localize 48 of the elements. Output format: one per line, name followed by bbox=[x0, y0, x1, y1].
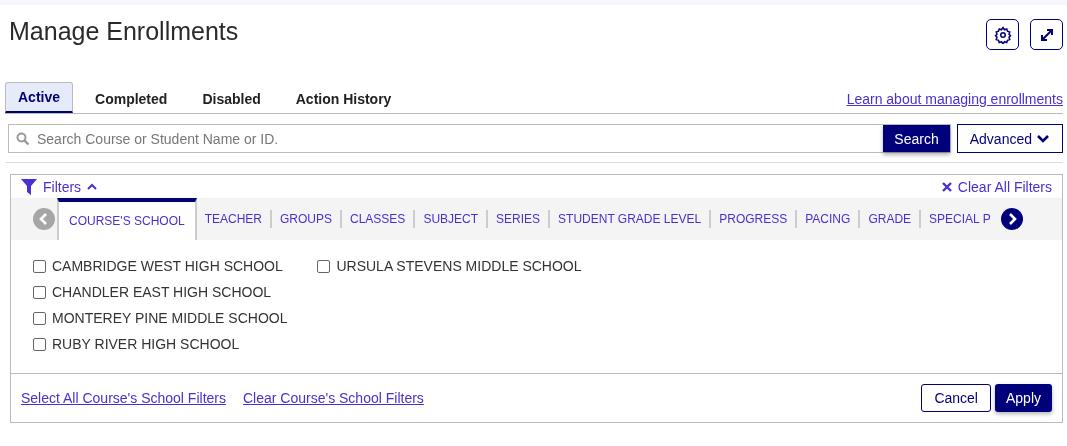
tab[interactable]: Disabled bbox=[189, 84, 274, 113]
checkbox[interactable] bbox=[317, 259, 331, 273]
checkbox-label[interactable]: CHANDLER EAST HIGH SCHOOL bbox=[52, 284, 272, 300]
checkbox-label[interactable]: RUBY RIVER HIGH SCHOOL bbox=[52, 336, 240, 352]
expand-button[interactable] bbox=[1030, 19, 1063, 50]
checkbox[interactable] bbox=[33, 285, 46, 299]
filter-tab[interactable]: SERIES bbox=[486, 210, 549, 228]
select-all-link[interactable]: Select All Course's School Filters bbox=[21, 390, 226, 406]
cancel-button[interactable]: Cancel bbox=[921, 384, 991, 412]
help-link[interactable]: Learn about managing enrollments bbox=[846, 91, 1063, 113]
filter-tab[interactable]: CLASSES bbox=[340, 210, 414, 228]
advanced-button[interactable]: Advanced bbox=[956, 124, 1063, 153]
filter-tab[interactable]: COURSE'S SCHOOL bbox=[57, 198, 197, 240]
tab[interactable]: Action History bbox=[282, 84, 405, 113]
filter-tab[interactable]: SPECIAL P bbox=[919, 210, 999, 228]
checkbox-label[interactable]: MONTEREY PINE MIDDLE SCHOOL bbox=[52, 310, 288, 326]
apply-button[interactable]: Apply bbox=[994, 384, 1052, 412]
filter-tab[interactable]: PROGRESS bbox=[709, 210, 796, 228]
checkbox[interactable] bbox=[33, 259, 46, 273]
settings-button[interactable] bbox=[986, 19, 1019, 50]
filter-tab[interactable]: PACING bbox=[795, 210, 859, 228]
clear-filters-link[interactable]: Clear Course's School Filters bbox=[243, 390, 424, 406]
chevron-icon bbox=[87, 183, 98, 191]
page-title: Manage Enrollments bbox=[9, 17, 239, 46]
expand-icon bbox=[1038, 26, 1055, 43]
scroll-right-button[interactable] bbox=[1000, 208, 1023, 230]
filter-tab[interactable]: GROUPS bbox=[270, 210, 340, 228]
settings-icon bbox=[993, 25, 1012, 44]
filter-tab[interactable]: TEACHER bbox=[196, 210, 270, 228]
checkbox-label[interactable]: CAMBRIDGE WEST HIGH SCHOOL bbox=[52, 258, 283, 274]
checkbox[interactable] bbox=[33, 311, 46, 325]
filters-toggle[interactable]: Filters bbox=[21, 179, 98, 195]
tab[interactable]: Active bbox=[5, 82, 74, 113]
chevron-right-icon bbox=[1006, 213, 1017, 225]
filter-icon bbox=[21, 179, 37, 195]
search-field[interactable]: Search Course or Student Name or ID. Search bbox=[8, 124, 951, 153]
filter-tab[interactable]: GRADE bbox=[858, 210, 920, 228]
close-icon bbox=[941, 182, 952, 192]
clear-all-filters-button[interactable]: Clear All Filters bbox=[941, 179, 1052, 195]
filter-tab[interactable]: SUBJECT bbox=[413, 210, 487, 228]
filter-tab[interactable]: STUDENT GRADE LEVEL bbox=[548, 210, 710, 228]
checkbox[interactable] bbox=[33, 337, 46, 351]
chevron-down-icon bbox=[1036, 133, 1050, 144]
checkbox-label[interactable]: URSULA STEVENS MIDDLE SCHOOL bbox=[336, 258, 582, 274]
chevron-left-icon bbox=[39, 213, 49, 225]
search-button[interactable]: Search bbox=[883, 125, 950, 152]
tab[interactable]: Completed bbox=[82, 84, 181, 113]
search-icon bbox=[16, 131, 30, 146]
